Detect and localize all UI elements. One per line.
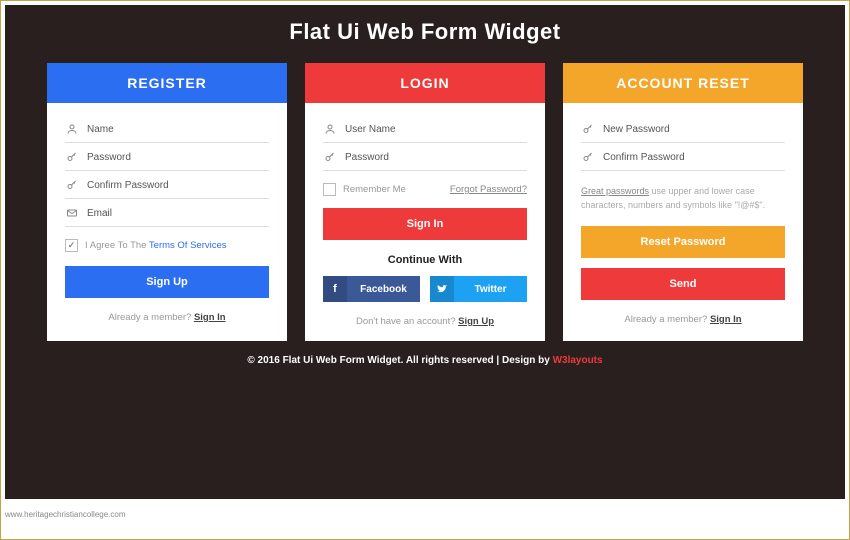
agree-checkbox[interactable]: [65, 239, 78, 252]
reset-confirm-input[interactable]: [603, 152, 785, 163]
twitter-label: Twitter: [454, 284, 527, 295]
email-input[interactable]: [87, 208, 269, 219]
facebook-icon: f: [323, 276, 347, 302]
password-hint: Great passwords use upper and lower case…: [581, 185, 785, 212]
signup-button[interactable]: Sign Up: [65, 266, 269, 298]
login-password-field: [323, 143, 527, 171]
reset-signin-link[interactable]: Sign In: [710, 314, 742, 325]
facebook-label: Facebook: [347, 284, 420, 295]
register-footer: Already a member? Sign In: [65, 312, 269, 323]
user-icon: [323, 122, 337, 136]
key-icon: [323, 150, 337, 164]
remember-row: Remember Me Forgot Password?: [323, 183, 527, 196]
reset-header: ACCOUNT RESET: [563, 63, 803, 103]
key-icon: [65, 178, 79, 192]
social-buttons: f Facebook Twitter: [323, 276, 527, 302]
page-title: Flat Ui Web Form Widget: [43, 19, 807, 45]
login-footer: Don't have an account? Sign Up: [323, 316, 527, 327]
terms-link[interactable]: Terms Of Services: [149, 240, 227, 251]
new-password-input[interactable]: [603, 124, 785, 135]
signup-link[interactable]: Sign Up: [458, 316, 494, 327]
login-header: LOGIN: [305, 63, 545, 103]
new-password-field: [581, 115, 785, 143]
agree-label: I Agree To The Terms Of Services: [85, 240, 227, 251]
email-field: [65, 199, 269, 227]
key-icon: [65, 150, 79, 164]
signin-button[interactable]: Sign In: [323, 208, 527, 240]
cards-container: REGISTER: [43, 63, 807, 341]
brand-link[interactable]: W3layouts: [553, 355, 603, 366]
reset-footer: Already a member? Sign In: [581, 314, 785, 325]
login-password-input[interactable]: [345, 152, 527, 163]
register-card: REGISTER: [47, 63, 287, 341]
login-card: LOGIN Remember Me Forgot Password?: [305, 63, 545, 341]
key-icon: [581, 122, 595, 136]
name-field: [65, 115, 269, 143]
continue-label: Continue With: [323, 254, 527, 266]
user-icon: [65, 122, 79, 136]
register-header: REGISTER: [47, 63, 287, 103]
password-input[interactable]: [87, 152, 269, 163]
reset-card: ACCOUNT RESET Great passwords use upper …: [563, 63, 803, 341]
twitter-icon: [430, 276, 454, 302]
agree-row: I Agree To The Terms Of Services: [65, 239, 269, 252]
password-field: [65, 143, 269, 171]
forgot-password-link[interactable]: Forgot Password?: [450, 184, 527, 195]
reset-confirm-field: [581, 143, 785, 171]
name-input[interactable]: [87, 124, 269, 135]
watermark: www.heritagechristiancollege.com: [5, 510, 126, 519]
signin-link[interactable]: Sign In: [194, 312, 226, 323]
facebook-button[interactable]: f Facebook: [323, 276, 420, 302]
username-input[interactable]: [345, 124, 527, 135]
page-footer: © 2016 Flat Ui Web Form Widget. All righ…: [43, 355, 807, 366]
confirm-password-field: [65, 171, 269, 199]
mail-icon: [65, 206, 79, 220]
username-field: [323, 115, 527, 143]
confirm-password-input[interactable]: [87, 180, 269, 191]
reset-password-button[interactable]: Reset Password: [581, 226, 785, 258]
send-button[interactable]: Send: [581, 268, 785, 300]
key-icon: [581, 150, 595, 164]
remember-label: Remember Me: [343, 184, 406, 195]
remember-checkbox[interactable]: [323, 183, 336, 196]
twitter-button[interactable]: Twitter: [430, 276, 527, 302]
